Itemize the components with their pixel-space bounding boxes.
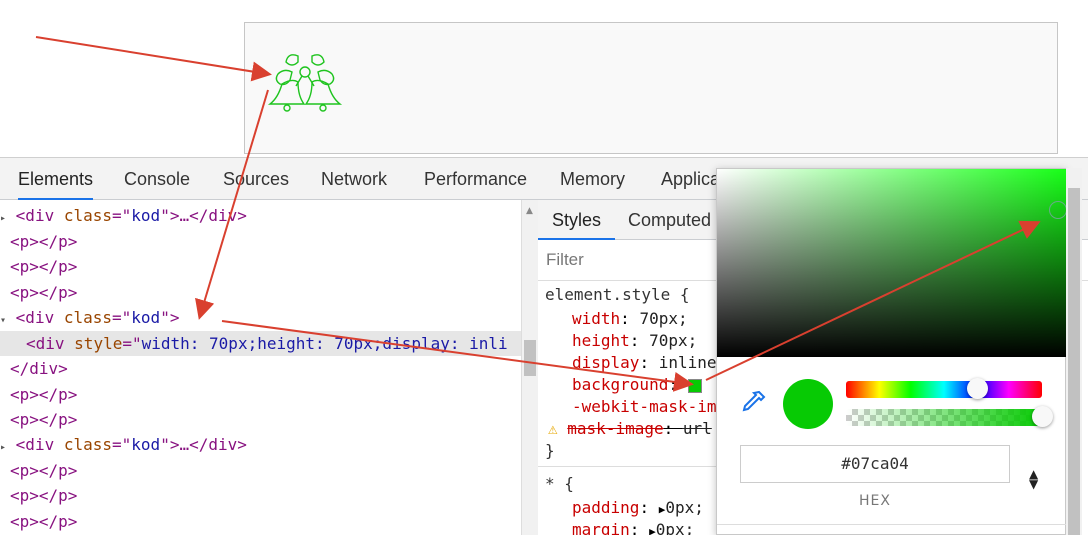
dom-node-row[interactable]: <p></p>: [0, 509, 521, 534]
dom-node-row[interactable]: <p></p>: [0, 280, 521, 305]
css-declaration[interactable]: background:: [572, 375, 702, 394]
scroll-up-icon[interactable]: ▲: [526, 206, 533, 216]
css-declaration[interactable]: -webkit-mask-im: [572, 397, 717, 416]
hue-slider[interactable]: [846, 381, 1042, 398]
selected-dom-node-row[interactable]: <div style="width: 70px;height: 70px;dis…: [0, 331, 521, 356]
expand-triangle-icon[interactable]: ▾: [0, 315, 6, 326]
saturation-handle[interactable]: [1049, 201, 1067, 219]
dom-node-row[interactable]: </div>: [0, 356, 521, 381]
eyedropper-icon[interactable]: [739, 389, 767, 417]
styles-filter-input[interactable]: Filter: [546, 250, 584, 270]
hue-slider-handle[interactable]: [967, 378, 988, 399]
css-declaration[interactable]: height: 70px;: [572, 331, 697, 350]
tab-performance[interactable]: Performance: [424, 158, 527, 200]
warning-icon: ⚠: [548, 419, 558, 438]
tab-application[interactable]: Applica: [661, 158, 720, 200]
tab-elements[interactable]: Elements: [18, 158, 94, 200]
divider: [717, 524, 1066, 525]
saturation-value-area[interactable]: [717, 169, 1066, 357]
css-declaration[interactable]: display: inline: [572, 353, 717, 372]
styles-scrollbar[interactable]: [1066, 168, 1082, 535]
elements-tree: ▸ <div class="kod">…</div> <p></p> <p></…: [0, 200, 521, 535]
collapse-triangle-icon[interactable]: ▸: [0, 213, 6, 224]
dom-node-row[interactable]: <p></p>: [0, 254, 521, 279]
elements-scrollbar[interactable]: ▲: [521, 200, 538, 535]
scrollbar-thumb[interactable]: [524, 340, 536, 376]
css-declaration[interactable]: padding: ▶0px;: [572, 498, 704, 517]
tab-sources[interactable]: Sources: [223, 158, 289, 200]
tab-computed[interactable]: Computed: [628, 200, 711, 240]
hex-value-input[interactable]: #07ca04: [740, 445, 1010, 483]
alpha-slider-handle[interactable]: [1032, 406, 1053, 427]
current-color-swatch: [783, 379, 833, 429]
element-style-selector: element.style {: [545, 285, 690, 304]
dom-node-row[interactable]: <p></p>: [0, 483, 521, 508]
scrollbar-thumb[interactable]: [1068, 188, 1080, 535]
closing-brace: }: [545, 441, 555, 460]
color-picker: #07ca04 HEX ▲ ▼: [716, 168, 1067, 535]
tab-styles[interactable]: Styles: [538, 200, 616, 240]
css-declaration[interactable]: width: 70px;: [572, 309, 688, 328]
collapse-triangle-icon[interactable]: ▸: [0, 442, 6, 453]
tab-console[interactable]: Console: [124, 158, 190, 200]
expand-triangle-icon[interactable]: ▶: [649, 525, 656, 535]
alpha-slider[interactable]: [846, 409, 1042, 426]
hex-format-label: HEX: [859, 493, 891, 509]
divider: [538, 466, 716, 467]
color-swatch[interactable]: [687, 378, 702, 393]
page-preview: [244, 22, 1058, 154]
css-declaration[interactable]: margin: ▶0px;: [572, 520, 694, 535]
css-declaration[interactable]: ⚠ mask-image: url: [548, 419, 712, 438]
dom-node-row[interactable]: ▸ <div class="kod">…</div>: [0, 432, 521, 457]
christmas-bells-icon: [267, 54, 343, 112]
dom-node-row[interactable]: ▾ <div class="kod">: [0, 305, 521, 330]
dom-node-row[interactable]: <p></p>: [0, 382, 521, 407]
tab-memory[interactable]: Memory: [560, 158, 625, 200]
annotation-arrow: [35, 36, 272, 82]
dom-node-row[interactable]: ▸ <div class="kod">…</div>: [0, 203, 521, 228]
dom-node-row[interactable]: <p></p>: [0, 407, 521, 432]
tab-network[interactable]: Network: [321, 158, 387, 200]
dom-node-row[interactable]: <p></p>: [0, 458, 521, 483]
format-toggle-icon[interactable]: ▲ ▼: [1029, 468, 1038, 490]
dom-node-row[interactable]: <p></p>: [0, 229, 521, 254]
universal-selector: * {: [545, 474, 574, 493]
